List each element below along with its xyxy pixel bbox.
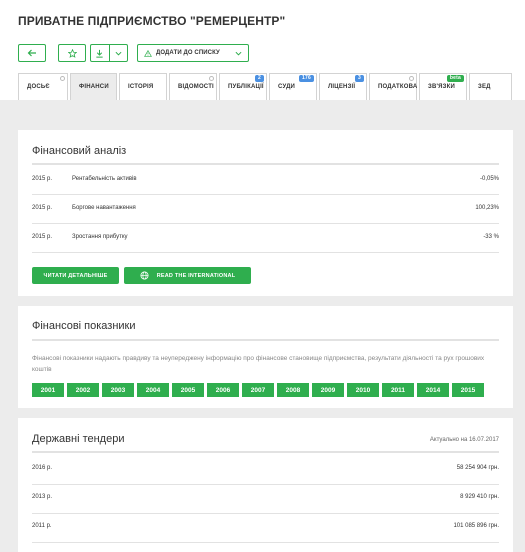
- tab-courts[interactable]: СУДИ 176: [269, 73, 317, 100]
- divider: [32, 194, 499, 195]
- card-title: Державні тендери: [32, 433, 125, 445]
- tab-tax[interactable]: ПОДАТКОВА: [369, 73, 417, 100]
- tender-amount: 58 254 904 грн.: [456, 465, 499, 471]
- indicators-description: Фінансові показники надають правдиву та …: [32, 355, 485, 373]
- state-tenders-card: Державні тендери Актуально на 16.07.2017…: [18, 418, 513, 552]
- info-icon: [209, 76, 214, 81]
- year-button[interactable]: 2015: [452, 383, 484, 397]
- divider: [32, 451, 499, 453]
- tab-label: ДОСЬЄ: [27, 84, 50, 90]
- card-title: Фінансові показники: [32, 320, 136, 332]
- tab-publications[interactable]: ПУБЛІКАЦІЇ 2: [219, 73, 267, 100]
- tab-finance[interactable]: ФІНАНСИ: [70, 73, 117, 100]
- year-button[interactable]: 2008: [277, 383, 309, 397]
- tab-label: ПОДАТКОВА: [378, 84, 418, 90]
- download-dropdown-button[interactable]: [108, 45, 127, 61]
- company-title: ПРИВАТНЕ ПІДПРИЄМСТВО "РЕМЕРЦЕНТР": [18, 14, 286, 28]
- read-international-label: READ THE INTERNATIONAL: [156, 272, 236, 279]
- warning-triangle-icon: [144, 49, 152, 57]
- analysis-year: 2015 р.: [32, 176, 53, 182]
- updated-date: Актуально на 16.07.2017: [429, 437, 499, 443]
- info-icon: [409, 76, 414, 81]
- year-buttons: 2001 2002 2003 2004 2005 2006 2007 2008 …: [32, 383, 487, 397]
- download-button[interactable]: [91, 45, 109, 61]
- arrow-left-icon: [27, 49, 36, 57]
- tender-amount: 101 085 896 грн.: [453, 523, 499, 529]
- divider: [32, 339, 499, 341]
- count-badge: 3: [355, 75, 364, 82]
- analysis-year: 2015 р.: [32, 234, 53, 240]
- tab-label: СУДИ: [278, 84, 296, 90]
- tender-year: 2011 р.: [32, 523, 52, 529]
- count-badge: 2: [255, 75, 264, 82]
- divider: [32, 484, 499, 485]
- year-button[interactable]: 2005: [172, 383, 204, 397]
- divider: [32, 223, 499, 224]
- tab-dossier[interactable]: ДОСЬЄ: [18, 73, 68, 100]
- chevron-down-icon: [235, 51, 242, 56]
- beta-badge: beta: [446, 75, 464, 82]
- tender-year: 2013 р.: [32, 494, 53, 500]
- section-tabs: ДОСЬЄ ФІНАНСИ ІСТОРІЯ ВІДОМОСТІ ПУБЛІКАЦ…: [18, 73, 512, 100]
- year-button[interactable]: 2009: [312, 383, 344, 397]
- tab-licenses[interactable]: ЛІЦЕНЗІЇ 3: [319, 73, 367, 100]
- read-international-button[interactable]: READ THE INTERNATIONAL: [124, 267, 251, 284]
- analysis-year: 2015 р.: [32, 205, 53, 211]
- info-icon: [60, 76, 65, 81]
- tab-history[interactable]: ІСТОРІЯ: [119, 73, 167, 100]
- analysis-label: Рентабельність активів: [72, 176, 137, 182]
- year-button[interactable]: 2006: [207, 383, 239, 397]
- count-badge: 176: [299, 75, 314, 82]
- read-more-button[interactable]: ЧИТАТИ ДЕТАЛЬНІШЕ: [32, 267, 119, 284]
- divider: [32, 163, 499, 165]
- tender-amount: 8 929 410 грн.: [460, 494, 499, 500]
- tender-year: 2016 р.: [32, 465, 53, 471]
- tab-label: ФІНАНСИ: [79, 84, 109, 90]
- back-button[interactable]: [18, 44, 46, 62]
- year-button[interactable]: 2002: [67, 383, 99, 397]
- add-to-list-dropdown[interactable]: ДОДАТИ ДО СПИСКУ: [137, 44, 249, 62]
- year-button[interactable]: 2003: [102, 383, 134, 397]
- tab-label: ЗВ'ЯЗКИ: [428, 84, 455, 90]
- analysis-value: -0,05%: [479, 176, 499, 182]
- year-button[interactable]: 2004: [137, 383, 169, 397]
- card-title: Фінансовий аналіз: [32, 145, 127, 157]
- favorite-button[interactable]: [58, 44, 86, 62]
- page-header: ПРИВАТНЕ ПІДПРИЄМСТВО "РЕМЕРЦЕНТР" ДОДАТ…: [0, 0, 525, 100]
- tab-foreign-trade[interactable]: ЗЕД: [469, 73, 512, 100]
- tab-label: ВІДОМОСТІ: [178, 84, 214, 90]
- analysis-label: Боргове навантаження: [72, 205, 136, 211]
- tab-label: ЗЕД: [478, 84, 491, 90]
- download-button-group: [90, 44, 128, 62]
- tab-label: ПУБЛІКАЦІЇ: [228, 84, 264, 90]
- divider: [32, 513, 499, 514]
- star-icon: [67, 48, 77, 58]
- add-to-list-label: ДОДАТИ ДО СПИСКУ: [156, 50, 220, 56]
- analysis-value: -33 %: [483, 234, 499, 240]
- download-icon: [96, 49, 104, 58]
- analysis-label: Зростання прибутку: [72, 234, 128, 240]
- year-button[interactable]: 2010: [347, 383, 379, 397]
- globe-icon: [140, 271, 149, 280]
- tab-connections[interactable]: ЗВ'ЯЗКИ beta: [419, 73, 467, 100]
- analysis-value: 100,23%: [475, 205, 499, 211]
- tab-label: ЛІЦЕНЗІЇ: [328, 84, 356, 90]
- year-button[interactable]: 2001: [32, 383, 64, 397]
- chevron-down-icon: [115, 51, 122, 56]
- tab-details[interactable]: ВІДОМОСТІ: [169, 73, 217, 100]
- financial-indicators-card: Фінансові показники Фінансові показники …: [18, 306, 513, 408]
- tab-label: ІСТОРІЯ: [128, 84, 154, 90]
- divider: [32, 252, 499, 253]
- financial-analysis-card: Фінансовий аналіз 2015 р. Рентабельність…: [18, 130, 513, 296]
- divider: [32, 542, 499, 543]
- year-button[interactable]: 2007: [242, 383, 274, 397]
- year-button[interactable]: 2011: [382, 383, 414, 397]
- year-button[interactable]: 2014: [417, 383, 449, 397]
